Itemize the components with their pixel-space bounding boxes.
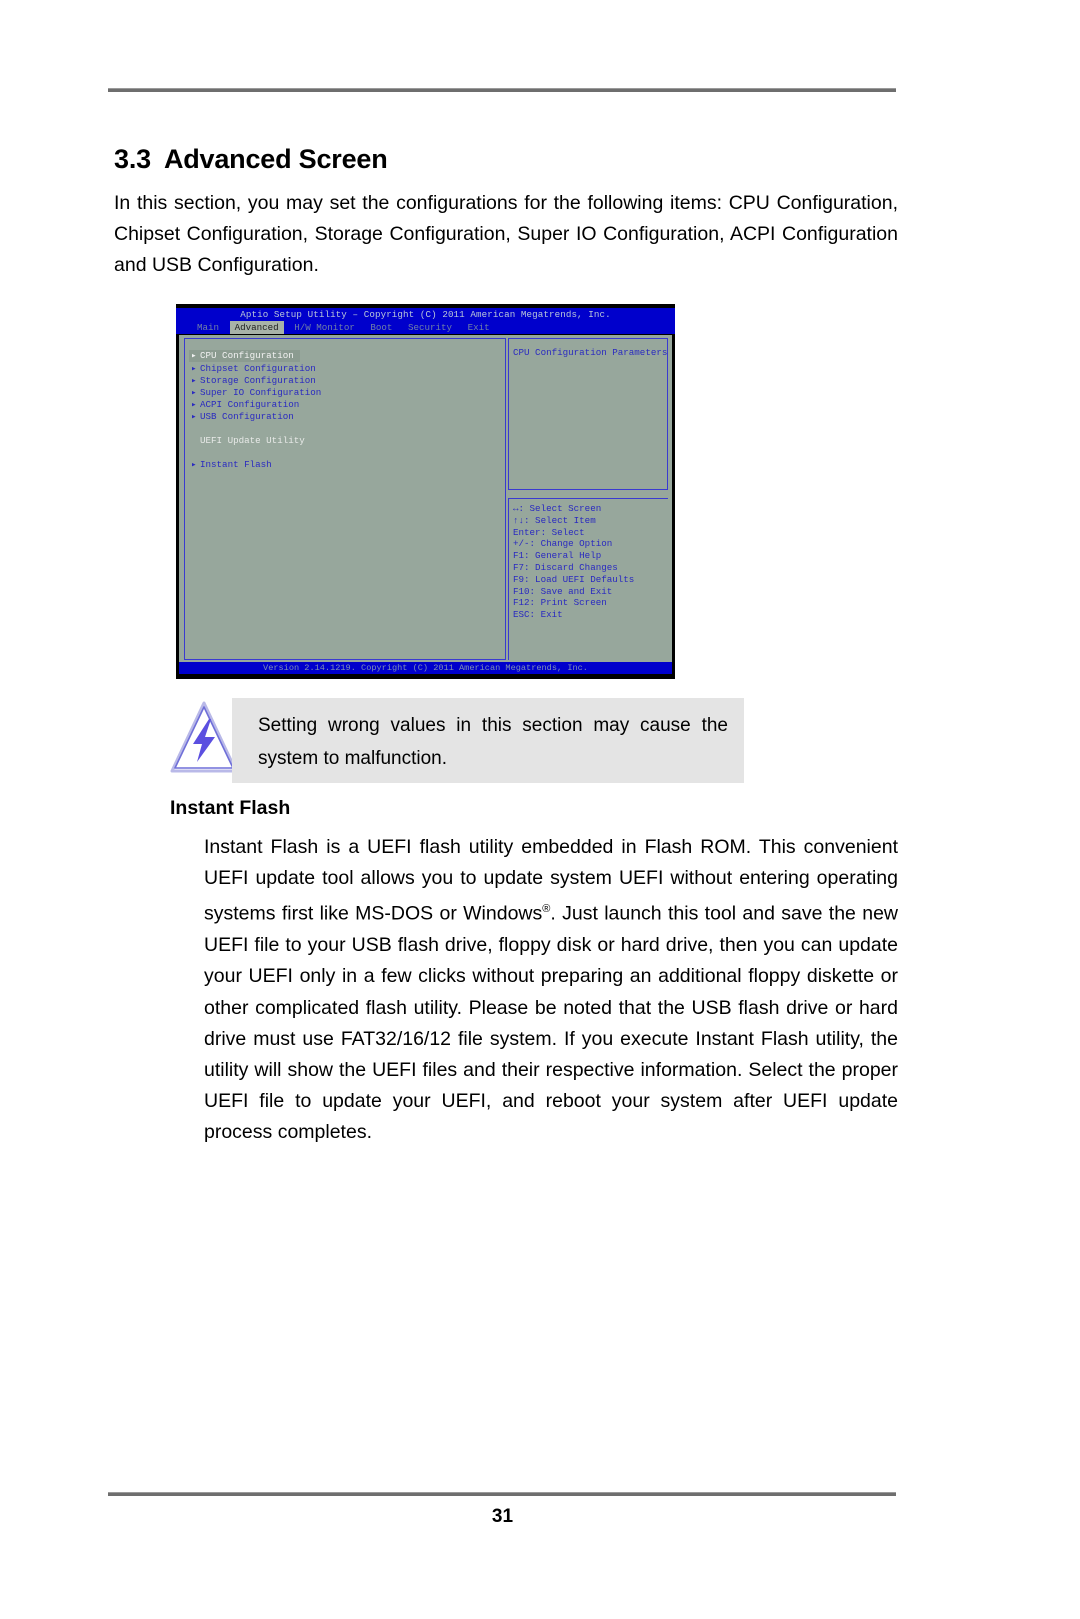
submenu-arrow-icon: ▸ [191, 459, 197, 470]
instant-flash-paragraph: Instant Flash is a UEFI flash utility em… [204, 832, 898, 1149]
footer-rule [108, 1492, 896, 1496]
bios-tab-security[interactable]: Security [403, 321, 457, 334]
caution-note-text: Setting wrong values in this section may… [258, 715, 728, 769]
key-legend-enter-select: Enter: Select [513, 526, 585, 538]
menu-spacer [189, 423, 505, 435]
document-page: 3.3 Advanced Screen In this section, you … [0, 0, 1080, 1619]
bios-menu-item-acpi-configuration[interactable]: ▸ ACPI Configuration [189, 399, 505, 411]
submenu-arrow-icon: ▸ [191, 350, 197, 361]
bios-menu-item-usb-configuration[interactable]: ▸ USB Configuration [189, 411, 505, 423]
bios-menu-item-super-io-configuration[interactable]: ▸ Super IO Configuration [189, 387, 505, 399]
bios-tab-main[interactable]: Main [192, 321, 224, 334]
key-legend-save-and-exit: F10: Save and Exit [513, 585, 613, 597]
bios-menu-item-instant-flash[interactable]: ▸ Instant Flash [189, 459, 505, 471]
submenu-arrow-icon: ▸ [191, 375, 197, 386]
bios-menu-item-storage-configuration[interactable]: ▸ Storage Configuration [189, 375, 505, 387]
key-legend-discard-changes: F7: Discard Changes [513, 561, 618, 573]
page-number: 31 [491, 1506, 514, 1527]
caution-note-box: Setting wrong values in this section may… [232, 698, 744, 783]
bios-tab-exit[interactable]: Exit [463, 321, 495, 334]
bios-title-bar: Aptio Setup Utility – Copyright (C) 2011… [176, 308, 675, 321]
bios-menu-item-chipset-configuration[interactable]: ▸ Chipset Configuration [189, 363, 505, 375]
submenu-arrow-icon: ▸ [191, 411, 197, 422]
bios-help-text: CPU Configuration Parameters [513, 347, 668, 358]
bios-right-panel: CPU Configuration Parameters ↔: Select S… [508, 338, 668, 660]
key-legend-select-screen: ↔: Select Screen [513, 503, 602, 514]
warning-triangle-icon [170, 701, 238, 773]
key-legend-esc-exit: ESC: Exit [513, 609, 563, 621]
bios-tab-hw-monitor[interactable]: H/W Monitor [289, 321, 360, 334]
bios-screenshot: Aptio Setup Utility – Copyright (C) 2011… [176, 304, 675, 679]
section-title: Advanced Screen [163, 144, 388, 174]
bios-menu-item-label: Super IO Configuration [200, 387, 322, 398]
section-intro-paragraph: In this section, you may set the configu… [114, 192, 898, 276]
bios-tab-bar: Main Advanced H/W Monitor Boot Security … [176, 321, 675, 334]
menu-spacer [189, 447, 505, 459]
bios-tab-boot[interactable]: Boot [365, 321, 397, 334]
subsection-heading-instant-flash: Instant Flash [170, 797, 291, 819]
bios-group-heading-uefi-update-utility: UEFI Update Utility [200, 435, 305, 446]
submenu-arrow-icon: ▸ [191, 399, 197, 410]
key-legend-load-defaults: F9: Load UEFI Defaults [513, 573, 635, 585]
bios-help-panel: CPU Configuration Parameters [508, 338, 668, 490]
bios-version-bar: Version 2.14.1219. Copyright (C) 2011 Am… [179, 662, 672, 674]
bios-menu-item-label: ACPI Configuration [200, 399, 300, 410]
bios-menu-item-label: CPU Configuration [200, 350, 294, 361]
bios-menu-item-label: USB Configuration [200, 411, 294, 422]
bios-key-legend: ↔: Select Screen ↑↓: Select Item Enter: … [508, 498, 668, 660]
paragraph-part-2: . Just launch this tool and save the new… [204, 902, 898, 1144]
bios-tab-advanced[interactable]: Advanced [229, 321, 284, 334]
header-rule [108, 88, 896, 92]
key-legend-change-option: +/-: Change Option [513, 538, 613, 550]
bios-menu-item-label: Storage Configuration [200, 375, 316, 386]
bios-menu-item-cpu-configuration[interactable]: ▸ CPU Configuration [189, 350, 300, 362]
key-legend-select-item: ↑↓: Select Item [513, 514, 596, 526]
submenu-arrow-icon: ▸ [191, 363, 197, 374]
bios-body: ▸ CPU Configuration ▸ Chipset Configuratio… [179, 335, 672, 663]
page-title: 3.3 Advanced Screen [114, 144, 388, 175]
section-number: 3.3 [114, 144, 151, 174]
bios-menu-item-label: Instant Flash [200, 459, 272, 470]
bios-menu-panel: ▸ CPU Configuration ▸ Chipset Configuratio… [184, 338, 506, 660]
submenu-arrow-icon: ▸ [191, 387, 197, 398]
key-legend-general-help: F1: General Help [513, 550, 602, 562]
key-legend-print-screen: F12: Print Screen [513, 597, 607, 609]
bios-menu-item-label: Chipset Configuration [200, 363, 316, 374]
